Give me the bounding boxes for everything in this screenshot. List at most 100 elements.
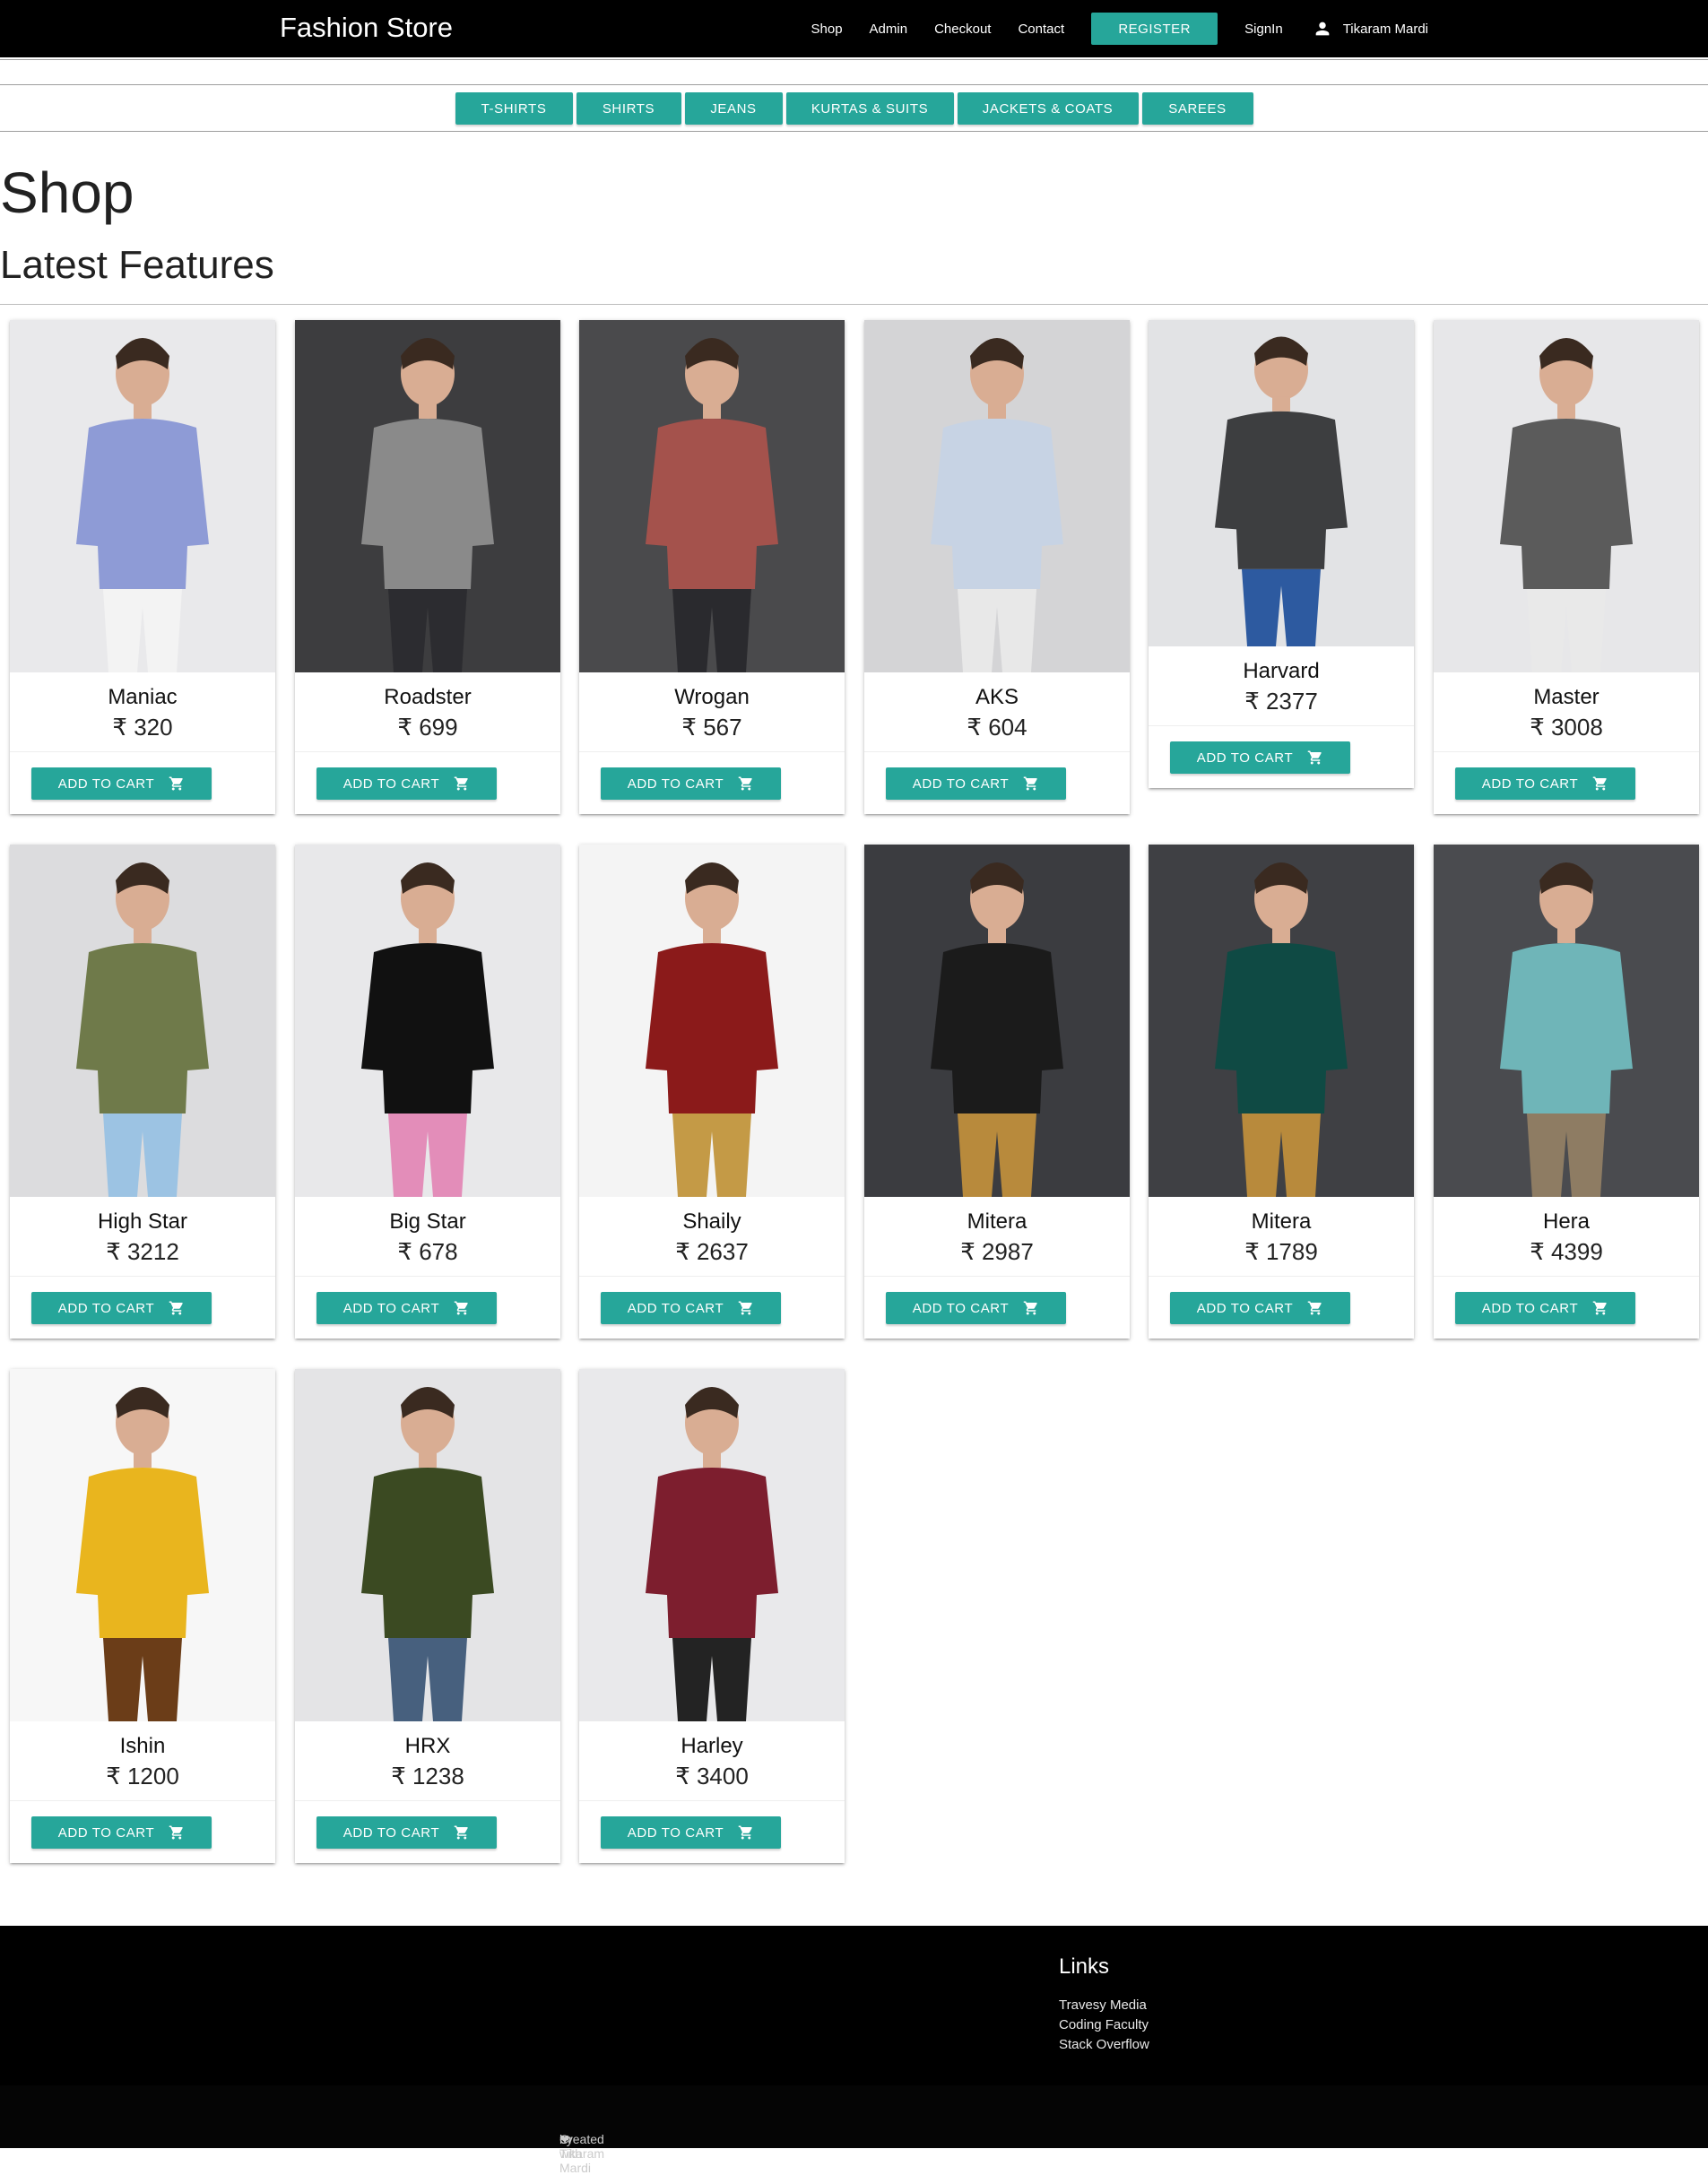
product-name: Master bbox=[1533, 685, 1600, 709]
product-image[interactable] bbox=[579, 320, 845, 672]
add-to-cart-button[interactable]: ADD TO CART bbox=[601, 767, 781, 800]
product-name: AKS bbox=[975, 685, 1019, 709]
add-to-cart-button[interactable]: ADD TO CART bbox=[316, 767, 497, 800]
category-jeans[interactable]: JEANS bbox=[684, 92, 783, 125]
product-card: Master ₹ 3008 ADD TO CART bbox=[1434, 320, 1699, 814]
footer-links-title: Links bbox=[1059, 1954, 1110, 1979]
divider bbox=[0, 131, 1708, 132]
brand-logo[interactable]: Fashion Store bbox=[280, 12, 453, 44]
add-to-cart-button[interactable]: ADD TO CART bbox=[31, 1816, 212, 1849]
product-image[interactable] bbox=[579, 845, 845, 1197]
divider bbox=[0, 304, 1708, 305]
product-image[interactable] bbox=[295, 845, 560, 1197]
product-card: Harley ₹ 3400 ADD TO CART bbox=[579, 1369, 845, 1863]
cart-icon bbox=[738, 1825, 752, 1840]
section-title: Latest Features bbox=[0, 243, 274, 287]
add-to-cart-button[interactable]: ADD TO CART bbox=[316, 1816, 497, 1849]
add-to-cart-label: ADD TO CART bbox=[1481, 776, 1579, 792]
add-to-cart-button[interactable]: ADD TO CART bbox=[1455, 1292, 1635, 1324]
footer-link-travesy[interactable]: Travesy Media bbox=[1059, 1996, 1149, 2015]
product-name: Maniac bbox=[108, 685, 178, 709]
user-menu[interactable]: Tikaram Mardi bbox=[1296, 19, 1428, 39]
add-to-cart-button[interactable]: ADD TO CART bbox=[1455, 767, 1635, 800]
add-to-cart-label: ADD TO CART bbox=[57, 776, 155, 792]
product-name: Harvard bbox=[1243, 659, 1320, 683]
category-tshirts[interactable]: T-SHIRTS bbox=[455, 92, 573, 125]
add-to-cart-label: ADD TO CART bbox=[627, 1824, 724, 1841]
nav-admin[interactable]: Admin bbox=[856, 22, 922, 37]
add-to-cart-button[interactable]: ADD TO CART bbox=[31, 1292, 212, 1324]
add-to-cart-button[interactable]: ADD TO CART bbox=[601, 1292, 781, 1324]
product-price: ₹ 1200 bbox=[106, 1763, 179, 1789]
product-image[interactable] bbox=[1434, 320, 1699, 672]
product-name: HRX bbox=[404, 1734, 451, 1758]
card-action: ADD TO CART bbox=[10, 1276, 275, 1339]
card-action: ADD TO CART bbox=[10, 1800, 275, 1863]
page-title: Shop bbox=[0, 160, 134, 225]
cart-icon bbox=[454, 776, 468, 791]
product-price: ₹ 1238 bbox=[391, 1763, 464, 1789]
product-price: ₹ 567 bbox=[681, 714, 742, 741]
product-image[interactable] bbox=[10, 845, 275, 1197]
add-to-cart-button[interactable]: ADD TO CART bbox=[1170, 741, 1350, 774]
product-card: Roadster ₹ 699 ADD TO CART bbox=[295, 320, 560, 814]
product-name: Big Star bbox=[389, 1209, 466, 1234]
category-jackets-coats[interactable]: JACKETS & COATS bbox=[957, 92, 1139, 125]
cart-icon bbox=[169, 776, 183, 791]
card-action: ADD TO CART bbox=[295, 751, 560, 814]
product-card: Maniac ₹ 320 ADD TO CART bbox=[10, 320, 275, 814]
product-image[interactable] bbox=[10, 1369, 275, 1721]
person-icon bbox=[1315, 22, 1330, 36]
product-image[interactable] bbox=[864, 320, 1130, 672]
category-shirts[interactable]: SHIRTS bbox=[576, 92, 681, 125]
add-to-cart-label: ADD TO CART bbox=[342, 1300, 440, 1316]
product-price: ₹ 1789 bbox=[1244, 1238, 1318, 1265]
footer-copyright: Created with ❤ by Tikaram Mardi bbox=[0, 2085, 1708, 2175]
add-to-cart-button[interactable]: ADD TO CART bbox=[601, 1816, 781, 1849]
product-card: Harvard ₹ 2377 ADD TO CART bbox=[1149, 320, 1414, 788]
product-image[interactable] bbox=[579, 1369, 845, 1721]
product-price: ₹ 678 bbox=[397, 1238, 458, 1265]
register-button[interactable]: REGISTER bbox=[1091, 13, 1218, 45]
add-to-cart-button[interactable]: ADD TO CART bbox=[316, 1292, 497, 1324]
card-action: ADD TO CART bbox=[1434, 751, 1699, 814]
product-price: ₹ 2987 bbox=[960, 1238, 1034, 1265]
product-price: ₹ 604 bbox=[967, 714, 1027, 741]
nav-shop[interactable]: Shop bbox=[798, 22, 856, 37]
category-kurtas-suits[interactable]: KURTAS & SUITS bbox=[785, 92, 954, 125]
card-action: ADD TO CART bbox=[295, 1800, 560, 1863]
product-image[interactable] bbox=[1434, 845, 1699, 1197]
add-to-cart-button[interactable]: ADD TO CART bbox=[886, 1292, 1066, 1324]
product-price: ₹ 4399 bbox=[1530, 1238, 1603, 1265]
product-image[interactable] bbox=[295, 1369, 560, 1721]
product-image[interactable] bbox=[1149, 320, 1414, 646]
card-action: ADD TO CART bbox=[1149, 1276, 1414, 1339]
cart-icon bbox=[1592, 776, 1607, 791]
category-sarees[interactable]: SAREES bbox=[1141, 92, 1253, 125]
footer-link-stack-overflow[interactable]: Stack Overflow bbox=[1059, 2035, 1149, 2055]
nav-checkout[interactable]: Checkout bbox=[921, 22, 1004, 37]
add-to-cart-button[interactable]: ADD TO CART bbox=[1170, 1292, 1350, 1324]
add-to-cart-label: ADD TO CART bbox=[627, 1300, 724, 1316]
product-image[interactable] bbox=[864, 845, 1130, 1197]
product-image[interactable] bbox=[295, 320, 560, 672]
product-image[interactable] bbox=[10, 320, 275, 672]
cart-icon bbox=[169, 1825, 183, 1840]
footer-link-coding-faculty[interactable]: Coding Faculty bbox=[1059, 2015, 1149, 2035]
add-to-cart-label: ADD TO CART bbox=[912, 1300, 1010, 1316]
card-action: ADD TO CART bbox=[579, 1276, 845, 1339]
nav-contact[interactable]: Contact bbox=[1004, 22, 1078, 37]
add-to-cart-button[interactable]: ADD TO CART bbox=[31, 767, 212, 800]
credit-suffix: by Tikaram Mardi bbox=[559, 2132, 605, 2175]
product-name: Mitera bbox=[1251, 1209, 1312, 1234]
cart-icon bbox=[454, 1301, 468, 1315]
add-to-cart-label: ADD TO CART bbox=[1481, 1300, 1579, 1316]
product-card: High Star ₹ 3212 ADD TO CART bbox=[10, 845, 275, 1339]
product-image[interactable] bbox=[1149, 845, 1414, 1197]
product-name: Shaily bbox=[682, 1209, 741, 1234]
add-to-cart-button[interactable]: ADD TO CART bbox=[886, 767, 1066, 800]
footer-links: Links Travesy Media Coding Faculty Stack… bbox=[1059, 1954, 1149, 2055]
product-name: Hera bbox=[1542, 1209, 1591, 1234]
user-name: Tikaram Mardi bbox=[1342, 21, 1428, 37]
nav-signin[interactable]: SignIn bbox=[1231, 22, 1296, 37]
